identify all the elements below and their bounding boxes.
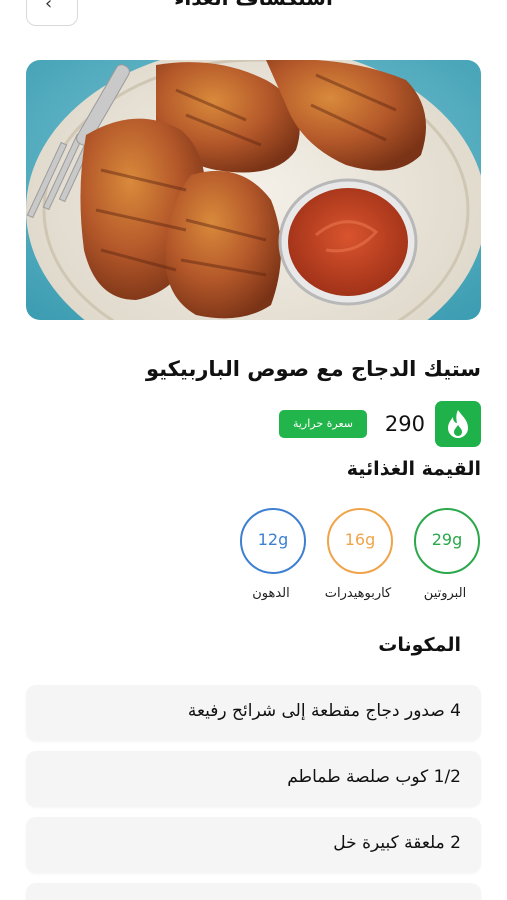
ingredient-text: 4 صدور دجاج مقطعة إلى شرائح رفيعة	[187, 701, 461, 721]
protein-value: 29g	[431, 530, 463, 549]
recipe-page: ‹ استكشاف الغذاء	[0, 0, 507, 900]
macro-carbs: 16g كاربوهيدرات	[310, 508, 410, 608]
calorie-value: 290	[384, 412, 425, 436]
ingredient-item[interactable]: 2 ملعقة كبيرة خل	[26, 817, 481, 873]
calorie-row: 290 سعرة حرارية	[261, 401, 481, 447]
carbs-value: 16g	[344, 530, 376, 549]
ingredients-title: المكونات	[378, 634, 461, 656]
top-bar: ‹ استكشاف الغذاء	[0, 0, 507, 30]
ingredient-item[interactable]: 4 صدور دجاج مقطعة إلى شرائح رفيعة	[26, 685, 481, 741]
macro-protein: 29g البروتين	[397, 508, 497, 608]
ingredient-item[interactable]: 1/2 كوب صلصة طماطم	[26, 751, 481, 807]
ingredient-text: 1/2 كوب صلصة طماطم	[287, 767, 461, 787]
macro-fat: 12g الدهون	[223, 508, 323, 608]
ingredient-item[interactable]	[26, 883, 481, 900]
protein-ring: 29g	[414, 508, 480, 574]
nutrition-title: القيمة الغذائية	[346, 458, 481, 480]
calorie-badge: سعرة حرارية	[278, 410, 367, 438]
carbs-ring: 16g	[327, 508, 393, 574]
recipe-title: ستيك الدجاج مع صوص الباربيكيو	[145, 357, 481, 381]
recipe-image	[26, 60, 481, 320]
fat-ring: 12g	[240, 508, 306, 574]
fat-label: الدهون	[252, 586, 290, 601]
fat-value: 12g	[257, 530, 289, 549]
flame-icon	[435, 401, 481, 447]
page-title: استكشاف الغذاء	[0, 0, 507, 10]
ingredient-text: 2 ملعقة كبيرة خل	[333, 833, 461, 853]
